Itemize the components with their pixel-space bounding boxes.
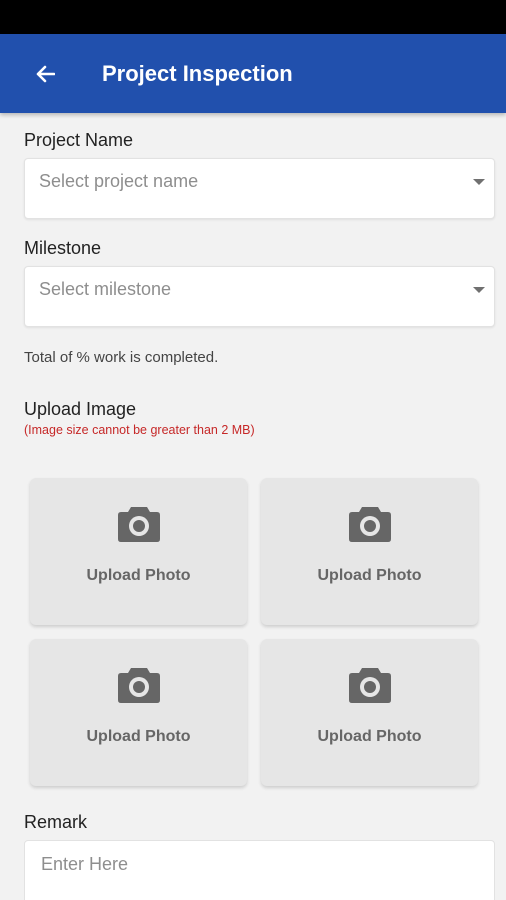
camera-icon — [117, 668, 160, 703]
camera-icon — [348, 668, 391, 703]
completion-note: Total of % work is completed. — [24, 349, 219, 366]
upload-photo-tile-4[interactable]: Upload Photo — [261, 639, 478, 786]
page-title: Project Inspection — [102, 61, 293, 86]
upload-photo-tile-1[interactable]: Upload Photo — [30, 478, 247, 625]
upload-photo-label: Upload Photo — [86, 567, 191, 584]
image-size-warning: (Image size cannot be greater than 2 MB) — [24, 423, 255, 437]
back-button[interactable] — [22, 56, 68, 92]
project-name-select[interactable]: Select project name — [24, 158, 495, 219]
remark-placeholder: Enter Here — [41, 854, 129, 874]
remark-label: Remark — [24, 812, 88, 832]
app-bar: Project Inspection — [0, 34, 506, 113]
arrow-left-icon — [36, 65, 55, 83]
camera-icon — [348, 507, 391, 542]
milestone-select[interactable]: Select milestone — [24, 266, 495, 327]
milestone-label: Milestone — [24, 238, 102, 258]
status-bar — [0, 0, 506, 34]
dropdown-caret-icon — [473, 179, 485, 185]
project-name-label: Project Name — [24, 130, 134, 150]
camera-icon — [117, 507, 160, 542]
upload-photo-label: Upload Photo — [317, 728, 422, 745]
upload-photo-label: Upload Photo — [86, 728, 191, 745]
milestone-placeholder: Select milestone — [39, 279, 172, 299]
project-name-placeholder: Select project name — [39, 171, 199, 191]
dropdown-caret-icon — [473, 287, 485, 293]
upload-photo-tile-3[interactable]: Upload Photo — [30, 639, 247, 786]
upload-image-label: Upload Image — [24, 399, 137, 419]
remark-input[interactable]: Enter Here — [24, 840, 495, 900]
upload-photo-tile-2[interactable]: Upload Photo — [261, 478, 478, 625]
upload-photo-label: Upload Photo — [317, 567, 422, 584]
